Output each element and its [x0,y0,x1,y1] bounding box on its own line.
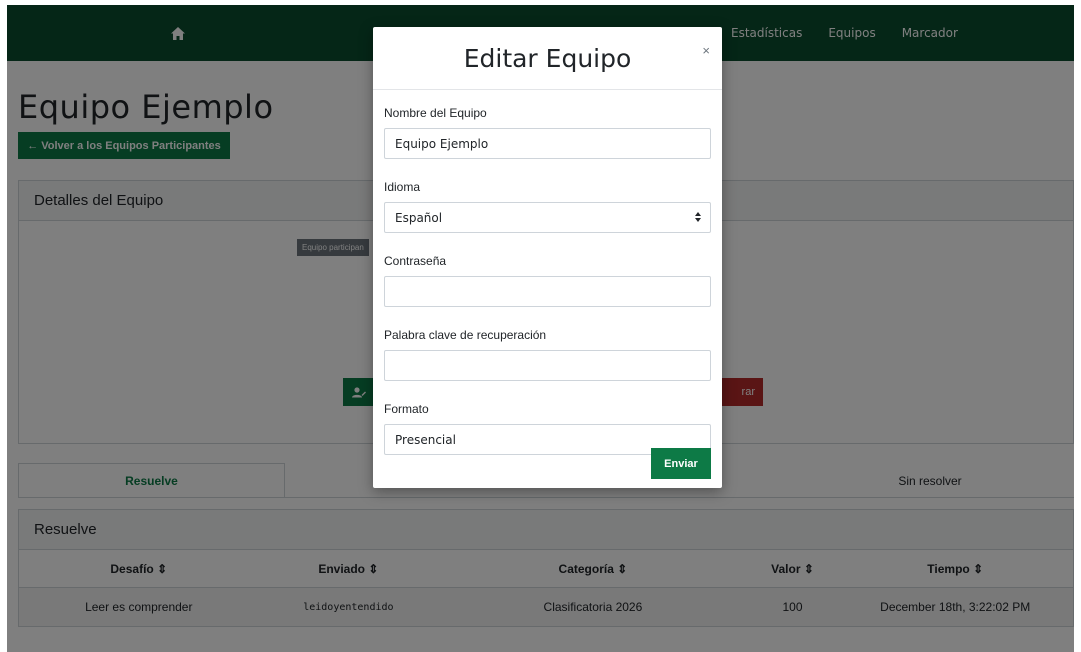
recovery-label: Palabra clave de recuperación [384,328,547,342]
modal-body: Nombre del Equipo Equipo Ejemplo Idioma … [373,90,722,488]
modal-title: Editar Equipo [463,43,632,73]
close-icon[interactable]: × [702,43,710,58]
name-label: Nombre del Equipo [384,106,487,120]
edit-team-modal: Editar Equipo × Nombre del Equipo Equipo… [373,27,722,488]
modal-header: Editar Equipo × [373,27,722,90]
team-name-field[interactable]: Equipo Ejemplo [384,128,711,159]
format-label: Formato [384,402,429,416]
password-field[interactable] [384,276,711,307]
language-label: Idioma [384,180,421,194]
submit-button[interactable]: Enviar [651,448,711,479]
recovery-field[interactable] [384,350,711,381]
language-select[interactable]: Español [384,202,711,233]
sort-icon [695,212,701,222]
password-label: Contraseña [384,254,447,268]
